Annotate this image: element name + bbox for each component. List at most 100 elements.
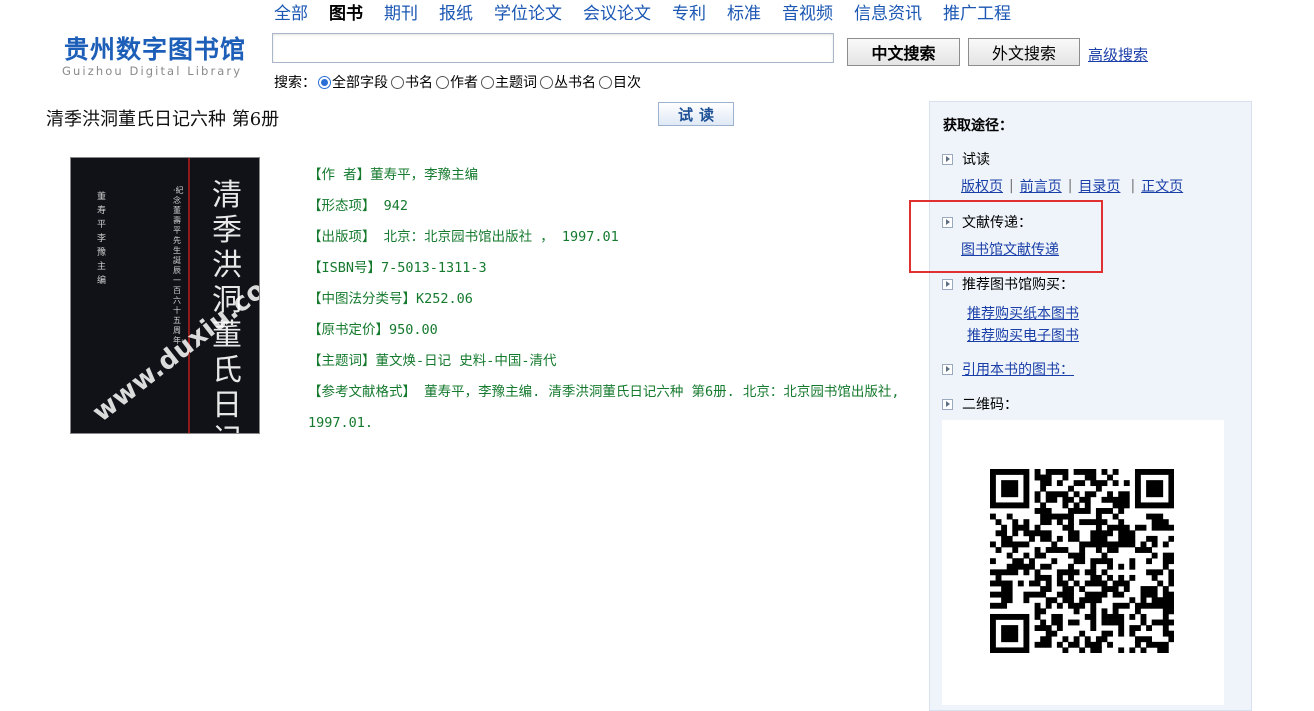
qr-module	[1034, 491, 1041, 498]
cited-by-link[interactable]: 引用本书的图书：	[962, 359, 1074, 379]
qr-module	[1040, 480, 1047, 487]
qr-module	[1023, 552, 1030, 559]
radio-selected-icon[interactable]	[318, 75, 331, 89]
trial-read-button[interactable]: 试读	[658, 102, 734, 126]
qr-module	[995, 591, 1002, 598]
nav-journals[interactable]: 期刊	[384, 2, 418, 26]
search-input[interactable]	[272, 33, 834, 63]
qr-module	[1045, 480, 1052, 487]
scope-toc[interactable]: 目次	[599, 72, 641, 92]
qr-module	[1062, 502, 1069, 509]
qr-module	[1045, 474, 1052, 481]
qr-module	[1073, 569, 1080, 576]
qr-module	[1006, 563, 1013, 570]
radio-icon[interactable]	[599, 75, 612, 89]
qr-module	[1101, 591, 1108, 598]
radio-icon[interactable]	[481, 75, 494, 89]
qr-module	[1129, 613, 1136, 620]
qr-module	[1079, 586, 1086, 592]
qr-module	[1140, 541, 1147, 548]
qr-module	[1162, 541, 1169, 548]
qr-module	[1001, 580, 1008, 587]
qr-module	[995, 547, 1002, 553]
qr-module	[1068, 591, 1074, 598]
qr-module	[1101, 469, 1108, 475]
cited-section[interactable]: 引用本书的图书：	[942, 359, 1074, 379]
nav-all[interactable]: 全部	[274, 2, 308, 26]
qr-module	[1146, 469, 1152, 475]
qr-module	[1129, 563, 1136, 570]
qr-module	[1162, 597, 1169, 604]
meta-citation: 【参考文献格式】 董寿平，李豫主编. 清季洪洞董氏日记六种 第6册. 北京：北京…	[308, 384, 900, 431]
qr-module	[1062, 474, 1069, 481]
qr-module	[1029, 535, 1035, 542]
radio-icon[interactable]	[436, 75, 449, 89]
copyright-page-link[interactable]: 版权页	[961, 176, 1003, 196]
qr-module	[1034, 496, 1041, 503]
qr-module	[1129, 535, 1136, 542]
qr-module	[1029, 530, 1035, 537]
qr-module	[990, 491, 996, 498]
qr-module	[1056, 580, 1063, 587]
qr-module	[1112, 619, 1119, 626]
foreign-search-button[interactable]: 外文搜索	[968, 38, 1080, 66]
qr-module	[1107, 641, 1113, 648]
qr-module	[1090, 597, 1097, 604]
nav-standards[interactable]: 标准	[727, 2, 761, 26]
qr-module	[1151, 619, 1158, 626]
qr-module	[1045, 625, 1052, 631]
qr-module	[1118, 563, 1125, 570]
scope-subject[interactable]: 主题词	[481, 72, 537, 92]
toc-page-link[interactable]: 目录页	[1078, 176, 1120, 196]
qr-module	[1162, 591, 1169, 598]
qr-module	[1168, 597, 1174, 604]
qr-module	[1090, 535, 1097, 542]
qr-module	[1012, 636, 1019, 643]
access-panel: 获取途径： 试读 版权页 | 前言页 | 目录页 | 正文页 文献传递： 图书馆…	[929, 101, 1252, 711]
qr-module	[990, 602, 996, 609]
qr-module	[1040, 513, 1047, 520]
nav-patents[interactable]: 专利	[672, 2, 706, 26]
qr-module	[1168, 630, 1174, 637]
radio-icon[interactable]	[391, 75, 404, 89]
qr-module	[1084, 496, 1091, 503]
buy-print-book-link[interactable]: 推荐购买纸本图书	[967, 303, 1079, 323]
qr-module	[1090, 519, 1097, 526]
advanced-search-link[interactable]: 高级搜索	[1088, 44, 1148, 65]
qr-module	[1034, 547, 1041, 553]
chinese-search-button[interactable]: 中文搜索	[847, 38, 960, 66]
scope-all-fields[interactable]: 全部字段	[318, 72, 388, 92]
qr-module	[1056, 547, 1063, 553]
qr-module	[1090, 469, 1097, 475]
scope-series[interactable]: 丛书名	[540, 72, 596, 92]
qr-module	[1134, 496, 1141, 503]
nav-video[interactable]: 音视频	[782, 2, 833, 26]
preface-page-link[interactable]: 前言页	[1020, 176, 1062, 196]
qr-module	[1017, 541, 1024, 548]
qr-module	[990, 636, 996, 643]
site-logo[interactable]: 贵州数字图书馆 Guizhou Digital Library	[60, 30, 255, 80]
qr-module	[1034, 625, 1041, 631]
scope-label: 作者	[450, 75, 478, 91]
qr-module	[1040, 508, 1047, 514]
qr-module	[1051, 547, 1058, 553]
qr-module	[1162, 630, 1169, 637]
scope-author[interactable]: 作者	[436, 72, 478, 92]
nav-books[interactable]: 图书	[329, 2, 363, 26]
body-page-link[interactable]: 正文页	[1141, 176, 1183, 196]
nav-promotion[interactable]: 推广工程	[943, 2, 1011, 26]
qr-module	[1168, 569, 1174, 576]
nav-news[interactable]: 信息资讯	[854, 2, 922, 26]
buy-ebook-link[interactable]: 推荐购买电子图书	[967, 325, 1079, 345]
qr-module	[1040, 519, 1047, 526]
nav-conference[interactable]: 会议论文	[583, 2, 651, 26]
nav-theses[interactable]: 学位论文	[494, 2, 562, 26]
qr-module	[1051, 491, 1058, 498]
radio-icon[interactable]	[540, 75, 553, 89]
qr-module	[990, 647, 996, 653]
qr-module	[1079, 552, 1086, 559]
scope-title[interactable]: 书名	[391, 72, 433, 92]
qr-module	[1157, 491, 1164, 498]
nav-newspapers[interactable]: 报纸	[439, 2, 473, 26]
qr-module	[1079, 496, 1086, 503]
